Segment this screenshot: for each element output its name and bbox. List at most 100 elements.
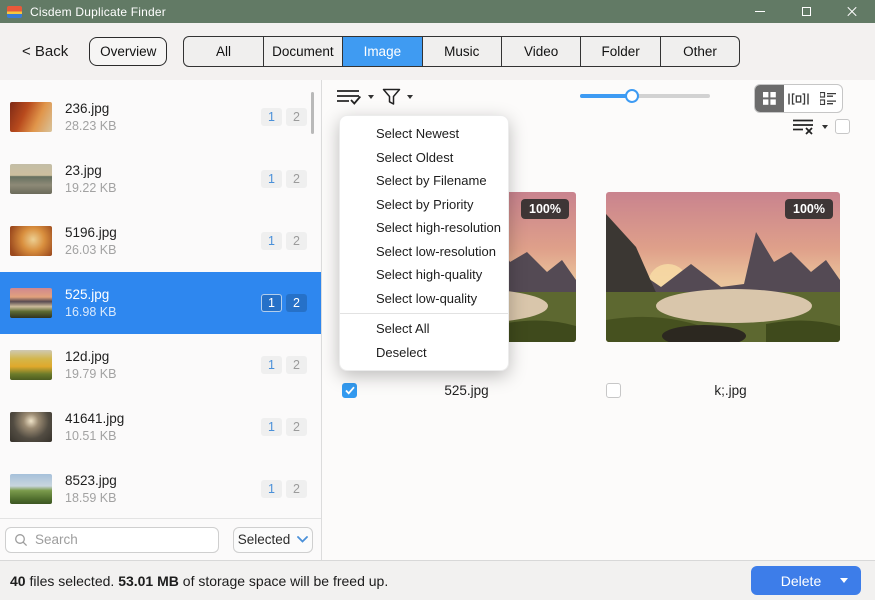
minimize-button[interactable]	[737, 0, 783, 23]
thumbnail-size-slider[interactable]	[580, 94, 710, 98]
slider-knob[interactable]	[625, 89, 639, 103]
delete-dropdown-caret-icon[interactable]	[840, 578, 848, 583]
tab-video[interactable]: Video	[502, 37, 581, 66]
file-size: 26.03 KB	[65, 243, 117, 257]
list-item-selected[interactable]: 525.jpg 16.98 KB 1 2	[0, 272, 321, 334]
category-tabs: All Document Image Music Video Folder Ot…	[183, 36, 740, 67]
menu-separator	[340, 313, 508, 314]
compare-view-button[interactable]	[784, 85, 813, 112]
caret-down-icon	[368, 95, 374, 99]
tab-image[interactable]: Image	[343, 37, 422, 66]
back-button[interactable]: < Back	[22, 43, 68, 60]
menu-item-deselect[interactable]: Deselect	[340, 341, 508, 365]
similarity-badge: 100%	[521, 199, 569, 219]
duplicate-count-badge: 1	[261, 170, 282, 188]
filter-menu-button[interactable]	[382, 88, 413, 106]
sidebar-footer: Selected	[0, 518, 321, 560]
list-view-button[interactable]	[813, 85, 842, 112]
list-item[interactable]: 23.jpg 19.22 KB 1 2	[0, 148, 321, 210]
file-size: 18.59 KB	[65, 491, 117, 505]
file-name: 41641.jpg	[65, 411, 124, 426]
menu-item-select-oldest[interactable]: Select Oldest	[340, 146, 508, 170]
duplicate-count-badge: 1	[261, 232, 282, 250]
menu-item-select-low-resolution[interactable]: Select low-resolution	[340, 240, 508, 264]
menu-item-select-all[interactable]: Select All	[340, 317, 508, 341]
tab-music[interactable]: Music	[423, 37, 502, 66]
duplicate-count-badge: 1	[261, 108, 282, 126]
tab-all[interactable]: All	[184, 37, 263, 66]
app-window: Cisdem Duplicate Finder < Back Overview …	[0, 0, 875, 600]
group-select-checkbox[interactable]	[835, 119, 850, 134]
delete-button[interactable]: Delete	[751, 566, 861, 595]
select-lines-icon	[336, 88, 362, 106]
duplicate-count-badge: 2	[286, 232, 307, 250]
app-icon	[7, 6, 22, 18]
close-button[interactable]	[829, 0, 875, 23]
file-checkbox[interactable]	[606, 383, 621, 398]
menu-item-select-low-quality[interactable]: Select low-quality	[340, 287, 508, 311]
file-name: 236.jpg	[65, 101, 116, 116]
file-name: 5196.jpg	[65, 225, 117, 240]
list-item[interactable]: 236.jpg 28.23 KB 1 2	[0, 86, 321, 148]
freed-space-size: 53.01 MB	[118, 573, 179, 589]
nav-bar: < Back Overview All Document Image Music…	[0, 23, 875, 80]
file-name: 8523.jpg	[65, 473, 117, 488]
menu-item-select-by-filename[interactable]: Select by Filename	[340, 169, 508, 193]
duplicate-count-badge: 2	[286, 418, 307, 436]
delete-button-label: Delete	[781, 573, 821, 589]
list-item[interactable]: 5196.jpg 26.03 KB 1 2	[0, 210, 321, 272]
chevron-down-icon	[297, 536, 308, 543]
list-item[interactable]: 12d.jpg 19.79 KB 1 2	[0, 334, 321, 396]
menu-item-select-newest[interactable]: Select Newest	[340, 122, 508, 146]
select-menu-button[interactable]	[336, 88, 374, 106]
status-text: 40 files selected. 53.01 MB of storage s…	[10, 573, 388, 589]
tab-other[interactable]: Other	[661, 37, 739, 66]
filter-funnel-icon	[382, 88, 401, 106]
file-size: 10.51 KB	[65, 429, 124, 443]
grid-view-icon	[763, 92, 776, 105]
file-name: 525.jpg	[65, 287, 116, 302]
selected-filter-label: Selected	[238, 532, 291, 547]
window-title: Cisdem Duplicate Finder	[30, 5, 166, 19]
preview-file-name: k;.jpg	[621, 383, 840, 398]
file-size: 19.79 KB	[65, 367, 116, 381]
search-input[interactable]	[35, 532, 185, 547]
file-size: 16.98 KB	[65, 305, 116, 319]
duplicate-count-badge: 1	[261, 356, 282, 374]
file-checkbox[interactable]	[342, 383, 357, 398]
lines-x-icon	[792, 118, 817, 135]
menu-item-select-high-quality[interactable]: Select high-quality	[340, 263, 508, 287]
sidebar-scrollbar[interactable]	[311, 92, 314, 134]
maximize-button[interactable]	[783, 0, 829, 23]
title-bar: Cisdem Duplicate Finder	[0, 0, 875, 23]
preview-caption: 525.jpg	[342, 383, 576, 398]
file-thumbnail	[10, 102, 52, 132]
check-icon	[345, 386, 355, 395]
search-icon	[14, 533, 28, 547]
file-name: 23.jpg	[65, 163, 116, 178]
list-item[interactable]: 41641.jpg 10.51 KB 1 2	[0, 396, 321, 458]
list-item[interactable]: 8523.jpg 18.59 KB 1 2	[0, 458, 321, 518]
tab-document[interactable]: Document	[264, 37, 343, 66]
menu-item-select-by-priority[interactable]: Select by Priority	[340, 193, 508, 217]
file-thumbnail	[10, 474, 52, 504]
file-thumbnail	[10, 412, 52, 442]
overview-button[interactable]: Overview	[89, 37, 167, 66]
selected-filter-dropdown[interactable]: Selected	[233, 527, 313, 553]
window-controls	[737, 0, 875, 23]
file-size: 19.22 KB	[65, 181, 116, 195]
preview-image[interactable]: 100%	[606, 192, 840, 342]
search-box	[5, 527, 219, 553]
duplicate-count-badge: 2	[286, 170, 307, 188]
group-deselect-menu-button[interactable]	[792, 118, 828, 135]
file-thumbnail	[10, 350, 52, 380]
maximize-icon	[802, 7, 811, 16]
grid-view-button[interactable]	[755, 85, 784, 112]
duplicate-count-badge: 1	[261, 294, 282, 312]
preview-caption: k;.jpg	[606, 383, 840, 398]
file-list: 236.jpg 28.23 KB 1 2 23.jpg 19.22 KB	[0, 80, 321, 518]
list-view-icon	[820, 92, 836, 105]
menu-item-select-high-resolution[interactable]: Select high-resolution	[340, 216, 508, 240]
duplicate-count-badge: 2	[286, 294, 307, 312]
tab-folder[interactable]: Folder	[581, 37, 660, 66]
